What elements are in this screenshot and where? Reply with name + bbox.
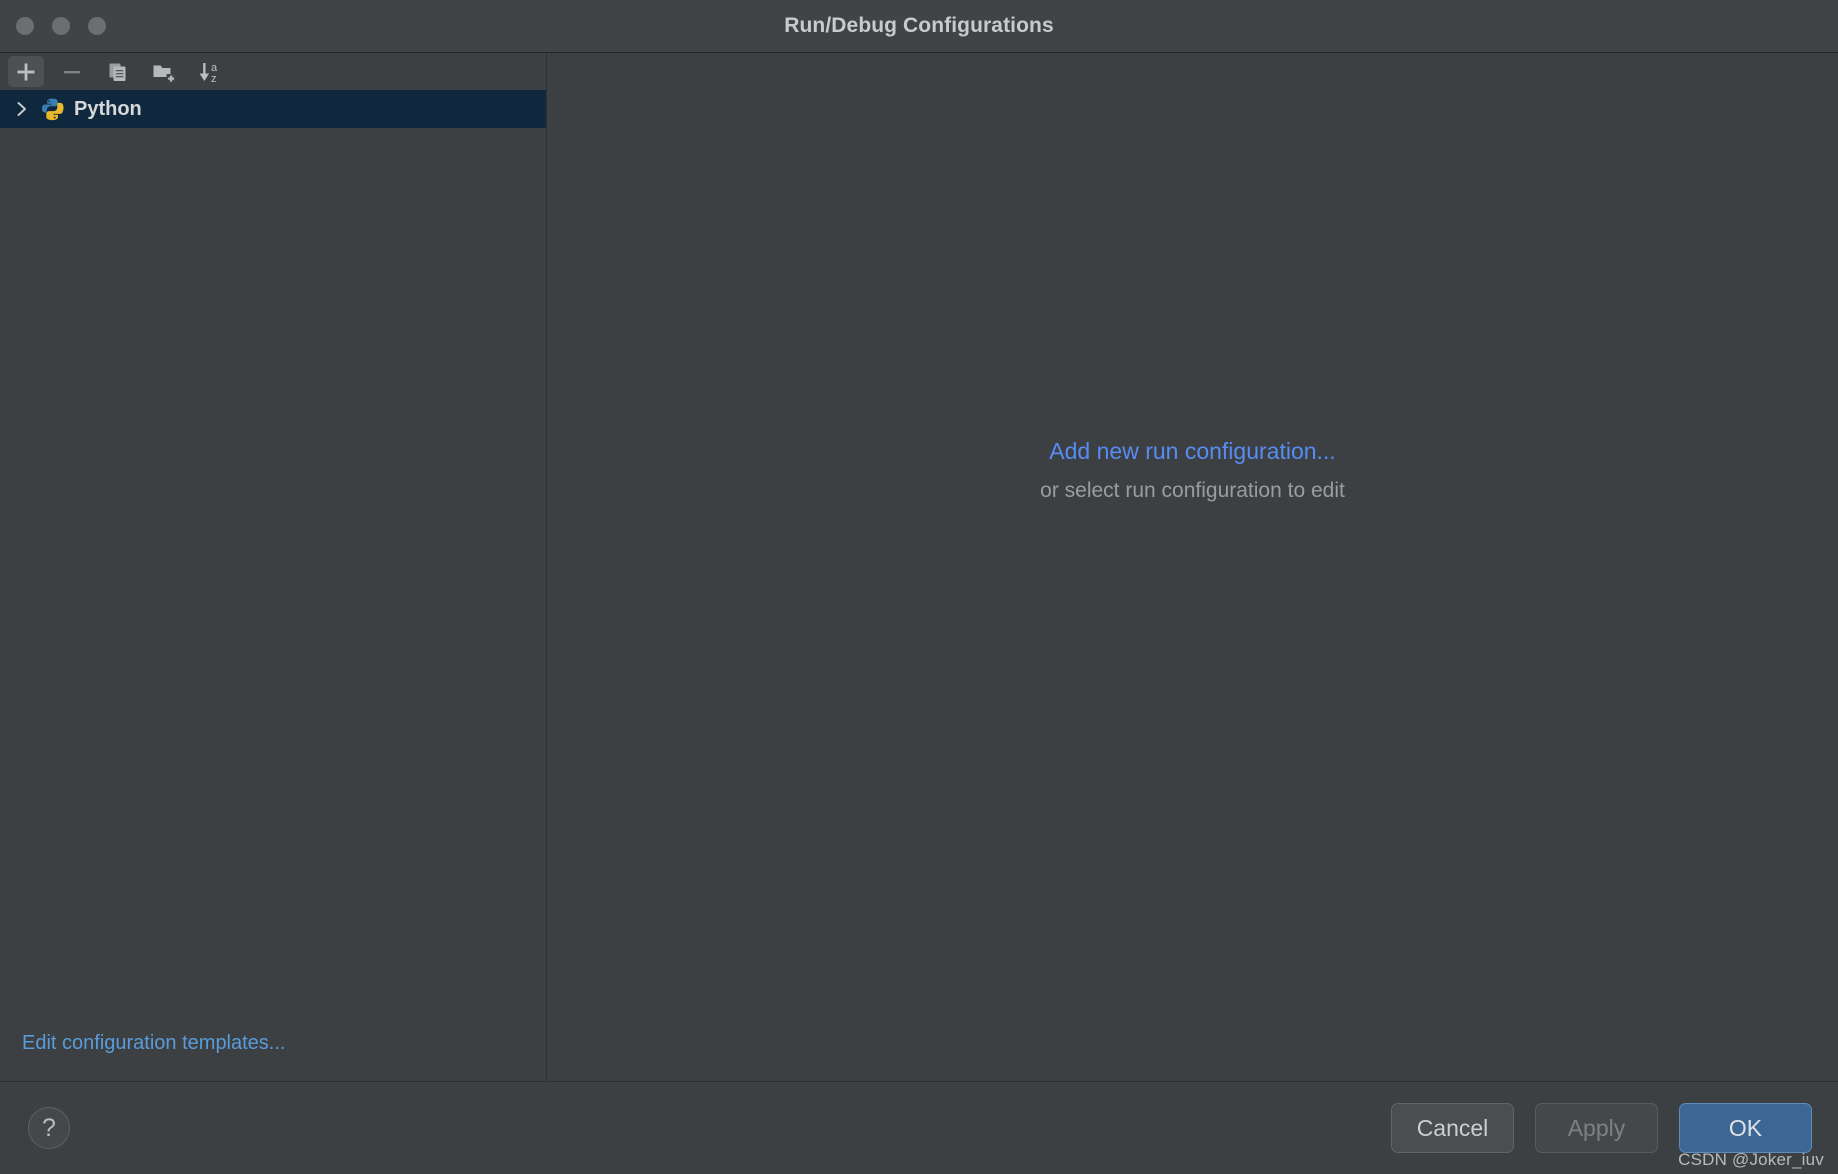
svg-text:z: z <box>211 73 217 85</box>
add-configuration-button[interactable] <box>8 56 44 87</box>
copy-icon <box>106 60 130 84</box>
copy-configuration-button[interactable] <box>100 56 136 87</box>
empty-state-message: Add new run configuration... or select r… <box>547 436 1838 505</box>
remove-configuration-button[interactable] <box>54 56 90 87</box>
window-titlebar: Run/Debug Configurations <box>0 0 1838 53</box>
configuration-detail-panel: Add new run configuration... or select r… <box>547 53 1838 1081</box>
plus-icon <box>14 60 38 84</box>
traffic-light-controls <box>16 17 106 35</box>
dialog-footer: ? Cancel Apply OK CSDN @Joker_iuv <box>0 1081 1838 1174</box>
watermark-text: CSDN @Joker_iuv <box>1678 1150 1824 1169</box>
new-folder-button[interactable] <box>146 56 182 87</box>
dialog-action-buttons: Cancel Apply OK <box>1391 1103 1812 1153</box>
configurations-sidebar: a z Python Edit configuration templates.… <box>0 53 547 1081</box>
apply-button: Apply <box>1535 1103 1658 1153</box>
python-icon <box>40 97 64 121</box>
ok-button[interactable]: OK <box>1679 1103 1812 1153</box>
window-title: Run/Debug Configurations <box>784 14 1054 37</box>
sort-configurations-button[interactable]: a z <box>192 56 228 87</box>
minimize-window-button[interactable] <box>52 17 70 35</box>
sort-az-icon: a z <box>196 59 224 85</box>
sidebar-toolbar: a z <box>0 53 546 90</box>
close-window-button[interactable] <box>16 17 34 35</box>
help-button[interactable]: ? <box>28 1107 70 1149</box>
edit-configuration-templates-link[interactable]: Edit configuration templates... <box>22 1032 285 1055</box>
run-debug-configurations-dialog: Run/Debug Configurations a z Python Edit… <box>0 0 1838 1174</box>
tree-item-label: Python <box>74 97 142 120</box>
cancel-button[interactable]: Cancel <box>1391 1103 1514 1153</box>
configurations-tree: Python <box>0 90 546 1032</box>
sidebar-footer: Edit configuration templates... <box>0 1032 546 1081</box>
tree-item-python[interactable]: Python <box>0 90 546 128</box>
folder-plus-icon <box>151 60 177 84</box>
chevron-right-icon[interactable] <box>10 100 34 118</box>
minus-icon <box>60 60 84 84</box>
add-new-run-configuration-link[interactable]: Add new run configuration... <box>1049 436 1335 466</box>
zoom-window-button[interactable] <box>88 17 106 35</box>
dialog-body: a z Python Edit configuration templates.… <box>0 53 1838 1081</box>
empty-state-hint: or select run configuration to edit <box>1040 479 1345 502</box>
